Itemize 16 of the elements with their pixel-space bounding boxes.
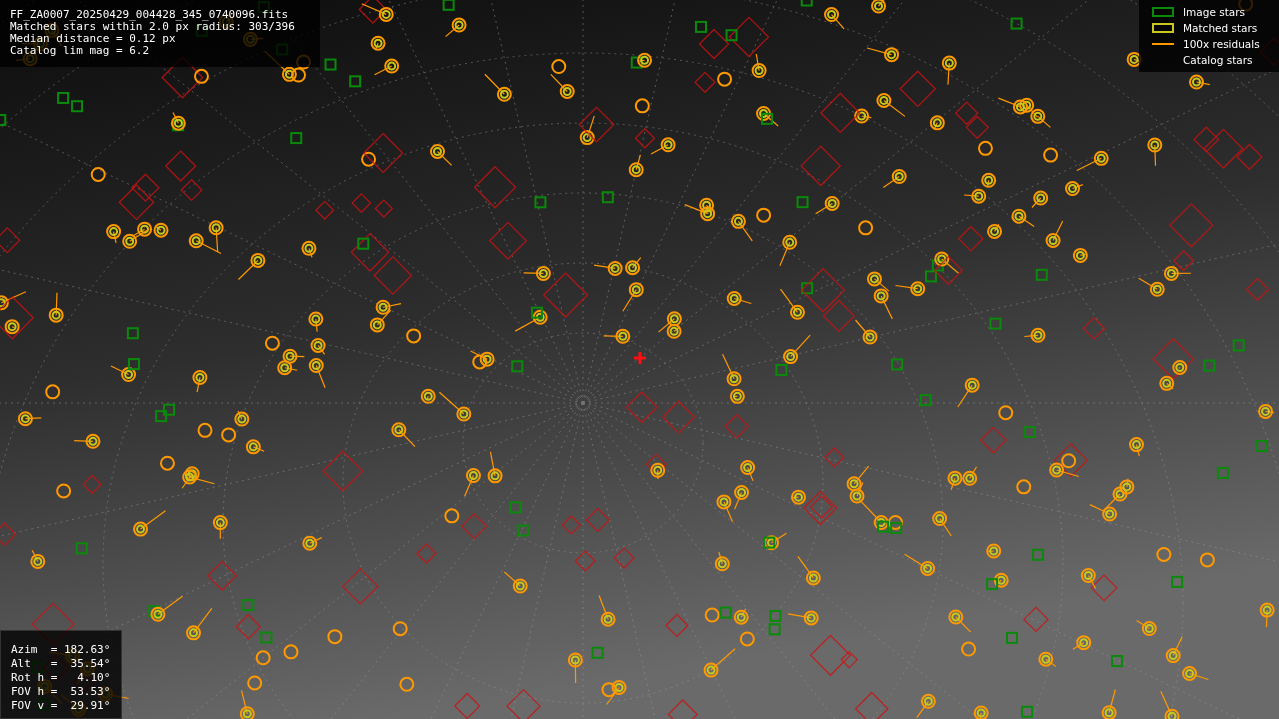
info-line: FF_ZA0007_20250429_004428_345_0740096.fits <box>10 9 290 21</box>
info-line: Median distance = 0.12 px <box>10 33 177 45</box>
info-line: Matched stars within 2.0 px radius: 303/396 <box>10 21 296 33</box>
pointing-line: Rot h = 4.10° <box>11 671 111 685</box>
info-line: Catalog lim mag = 6.2 <box>10 45 151 57</box>
legend-label: Catalog stars <box>1183 53 1253 67</box>
legend-box-icon <box>1152 23 1174 33</box>
legend-label: 100x residuals <box>1183 37 1260 51</box>
pointing-line: Alt = 35.54° <box>11 657 111 671</box>
pointing-line: FOV v = 29.91° <box>11 699 111 713</box>
legend-box-icon <box>1152 7 1174 17</box>
pointing-line: Azim = 182.63° <box>11 643 111 657</box>
pointing-line: FOV h = 53.53° <box>11 685 111 699</box>
legend-label: Image stars <box>1183 5 1246 19</box>
legend-line-icon <box>1152 43 1174 45</box>
legend-label: Matched stars <box>1183 21 1258 35</box>
